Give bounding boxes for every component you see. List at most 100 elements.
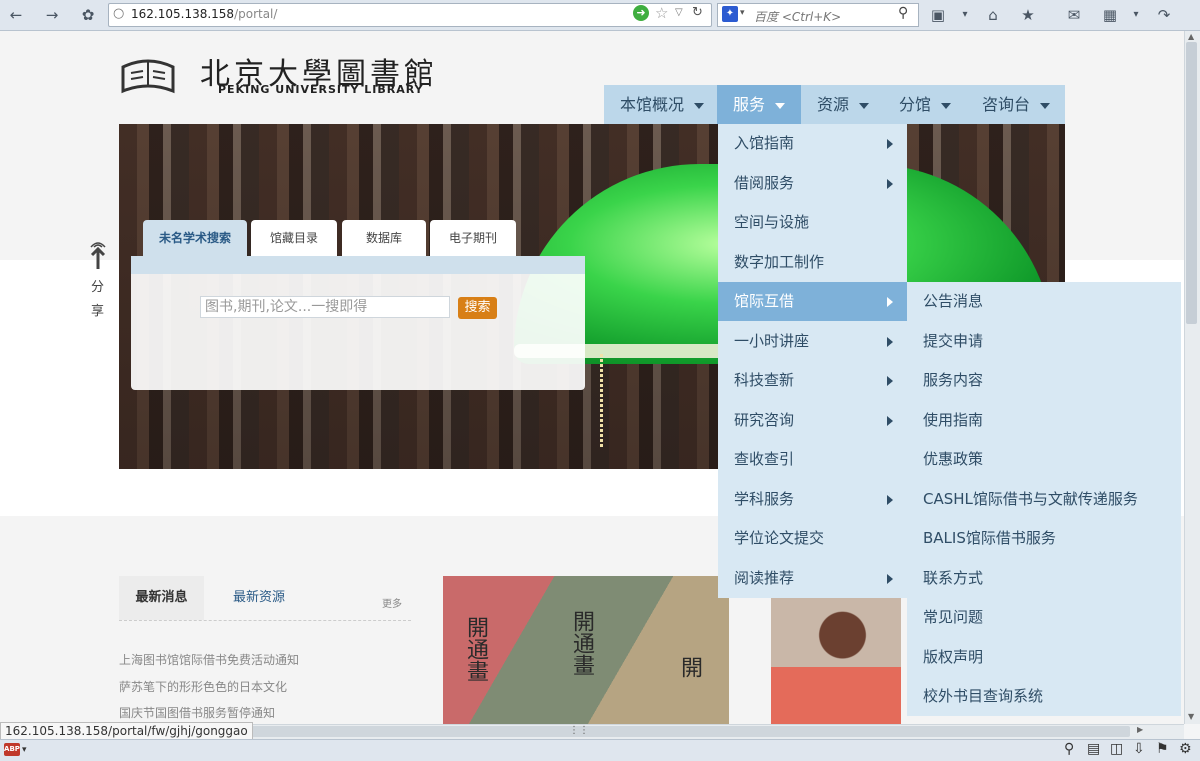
menu-item-label: 数字加工制作 [734,252,825,271]
adblock-menu-icon[interactable]: ▾ [22,745,27,755]
chevron-down-icon [941,102,952,109]
nav-item-label: 资源 [817,95,850,114]
services-menu-item[interactable]: 空间与设施 [718,203,907,242]
services-menu-item[interactable]: 借阅服务 [718,164,907,203]
mail-icon[interactable]: ✉ [1064,5,1084,25]
menu-item-label: 学科服务 [734,489,795,508]
services-menu-item[interactable]: 数字加工制作 [718,243,907,282]
search-bar[interactable]: ✦ ▾ 百度 <Ctrl+K> ⚲ [717,3,919,27]
news-tab-resources[interactable]: 最新资源 [233,576,285,620]
ill-submenu-item[interactable]: 联系方式 [907,559,1181,598]
reader-photo-image[interactable] [771,597,901,724]
engine-dropdown-icon[interactable]: ▾ [740,8,745,18]
ill-submenu-item[interactable]: 版权声明 [907,638,1181,677]
scroll-up-icon[interactable]: ▲ [1188,32,1194,41]
horizontal-scroll-thumb[interactable] [200,726,1130,737]
chevron-right-icon [887,415,893,426]
services-menu-item[interactable]: 一小时讲座 [718,322,907,361]
search-icon[interactable]: ⚲ [898,5,908,21]
chevron-right-icon [887,139,893,149]
share-icon[interactable] [88,239,108,271]
services-dropdown: 入馆指南 借阅服务空间与设施数字加工制作馆际互借 一小时讲座科技查新研究咨询查收查引… [718,124,907,598]
chevron-right-icon [887,573,893,584]
chevron-down-icon [859,102,870,109]
search-bar-placeholder: 百度 <Ctrl+K> [754,10,842,24]
adblock-icon[interactable]: ABP [4,743,20,756]
apps-menu-icon[interactable]: ▾ [1126,5,1146,25]
nav-item-help-desk[interactable]: 咨询台 [966,85,1065,124]
tools-icon[interactable]: ↷ [1154,5,1174,25]
share-label[interactable]: 分享 [91,276,105,324]
bookmarks-icon[interactable]: ★ [1018,5,1038,25]
ill-submenu-item[interactable]: 校外书目查询系统 [907,677,1181,716]
screenshot-icon[interactable]: ▣ [928,5,948,25]
bookmark-star-icon[interactable]: ☆ [655,4,668,22]
ill-submenu-item[interactable]: 提交申请 [907,322,1181,361]
services-menu-item[interactable]: 阅读推荐 [718,559,907,598]
chevron-right-icon [887,297,893,307]
addon-icon[interactable]: ⚙ [1179,741,1192,757]
menu-item-label: 空间与设施 [734,213,810,231]
book-cover-text: 開通畫 [569,610,594,676]
window-icon[interactable]: ◫ [1110,741,1123,757]
go-icon[interactable]: ➜ [633,5,649,21]
scroll-down-icon[interactable]: ▼ [1188,712,1194,721]
dropdown-icon[interactable]: ▽ [675,7,683,18]
reload-icon[interactable]: ↻ [692,5,703,20]
zoom-icon[interactable]: ⚲ [1064,741,1074,757]
home-icon[interactable]: ⌂ [983,5,1003,25]
download-icon[interactable]: ⇩ [1133,741,1145,757]
services-menu-item[interactable]: 科技查新 [718,361,907,400]
nav-item-resources[interactable]: 资源 [801,85,883,124]
url-path: /portal/ [234,7,278,21]
old-books-image[interactable]: 開通畫 開通畫 開 [443,576,729,724]
news-more-link[interactable]: 更多 [382,595,402,610]
sync-icon[interactable]: ⚑ [1156,741,1169,757]
baidu-paw-icon[interactable]: ✦ [722,6,738,22]
nav-item-services[interactable]: 服务 [717,85,801,124]
search-tab-database[interactable]: 数据库 [342,220,426,256]
news-item[interactable]: 萨苏笔下的形形色色的日本文化 [119,678,287,695]
services-menu-item[interactable]: 入馆指南 [718,124,907,163]
ill-submenu-item[interactable]: BALIS馆际借书服务 [907,519,1181,558]
ill-submenu-item[interactable]: 使用指南 [907,401,1181,440]
search-tab-scholar[interactable]: 未名学术搜索 [143,220,247,256]
ill-submenu-item[interactable]: 优惠政策 [907,440,1181,479]
vertical-scroll-thumb[interactable] [1186,42,1197,324]
apps-grid-icon[interactable]: ▦ [1100,5,1120,25]
menu-item-label: 科技查新 [734,371,795,389]
search-button[interactable]: 搜索 [458,297,497,319]
screenshot-menu-icon[interactable]: ▾ [955,5,975,25]
services-menu-item[interactable]: 学科服务 [718,480,907,519]
services-menu-item[interactable]: 查收查引 [718,440,907,479]
search-tab-catalog[interactable]: 馆藏目录 [251,220,337,256]
chevron-right-icon [887,494,893,505]
page-icon[interactable]: ▤ [1087,741,1100,757]
news-item[interactable]: 国庆节国图借书服务暂停通知 [119,704,275,721]
search-input[interactable]: 图书,期刊,论文...一搜即得 [200,296,450,318]
news-item[interactable]: 上海图书馆馆际借书免费活动通知 [119,651,299,668]
back-icon[interactable]: ← [6,5,26,25]
menu-item-label: 研究咨询 [734,410,795,429]
search-tab-ejournal[interactable]: 电子期刊 [430,220,516,256]
scroll-right-icon[interactable]: ▶ [1137,725,1143,734]
address-bar[interactable]: ○ 162.105.138.158/portal/ ➜ ☆ ▽ ↻ [108,3,712,27]
chevron-right-icon [887,178,893,189]
nav-item-about[interactable]: 本馆概况 [604,85,717,124]
forward-icon[interactable]: → [42,5,62,25]
page-icon: ○ [113,6,125,21]
services-menu-item[interactable]: 研究咨询 [718,401,907,440]
ill-submenu-item[interactable]: 公告消息 [907,282,1181,321]
ill-submenu-item[interactable]: 常见问题 [907,598,1181,637]
nav-item-branches[interactable]: 分馆 [883,85,966,124]
services-menu-item[interactable]: 馆际互借 [718,282,907,321]
main-nav: 本馆概况 服务 资源 分馆 咨询台 [604,85,1065,124]
ill-submenu-item[interactable]: 服务内容 [907,361,1181,400]
nav-item-label: 分馆 [899,95,932,114]
book-cover-text: 開通畫 [463,616,488,682]
services-menu-item[interactable]: 学位论文提交 [718,519,907,558]
news-tab-latest[interactable]: 最新消息 [119,576,204,620]
ill-submenu-item[interactable]: CASHL馆际借书与文献传递服务 [907,480,1181,519]
browser-statusbar [0,739,1200,761]
extension-icon[interactable]: ✿ [78,5,98,25]
